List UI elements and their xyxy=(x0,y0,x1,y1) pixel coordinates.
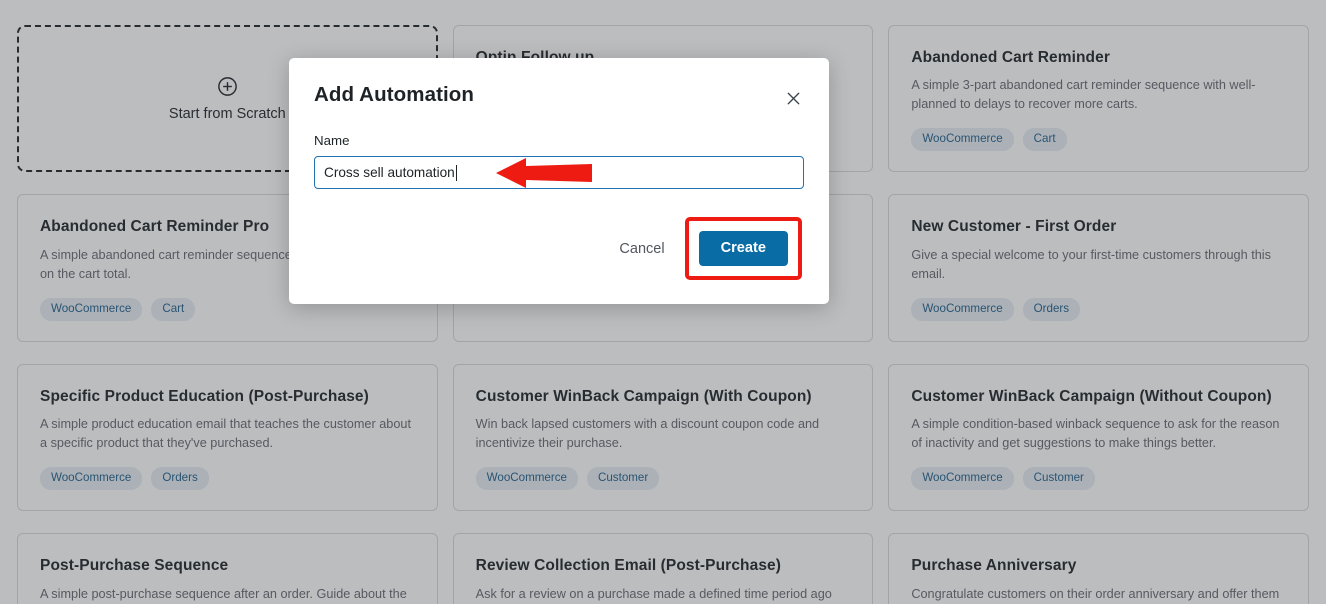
cancel-button[interactable]: Cancel xyxy=(617,237,666,261)
name-input[interactable]: Cross sell automation xyxy=(314,156,804,189)
name-field-label: Name xyxy=(314,133,350,148)
add-automation-modal: Add Automation Name Cross sell automatio… xyxy=(289,58,829,305)
name-input-value: Cross sell automation xyxy=(324,165,455,180)
text-caret xyxy=(455,164,457,181)
create-button[interactable]: Create xyxy=(698,231,788,267)
create-button-highlight: Create xyxy=(684,217,802,281)
close-icon[interactable] xyxy=(782,87,804,109)
modal-title: Add Automation xyxy=(314,83,475,106)
modal-header: Add Automation xyxy=(314,83,804,109)
modal-actions: Cancel Create xyxy=(314,217,804,281)
